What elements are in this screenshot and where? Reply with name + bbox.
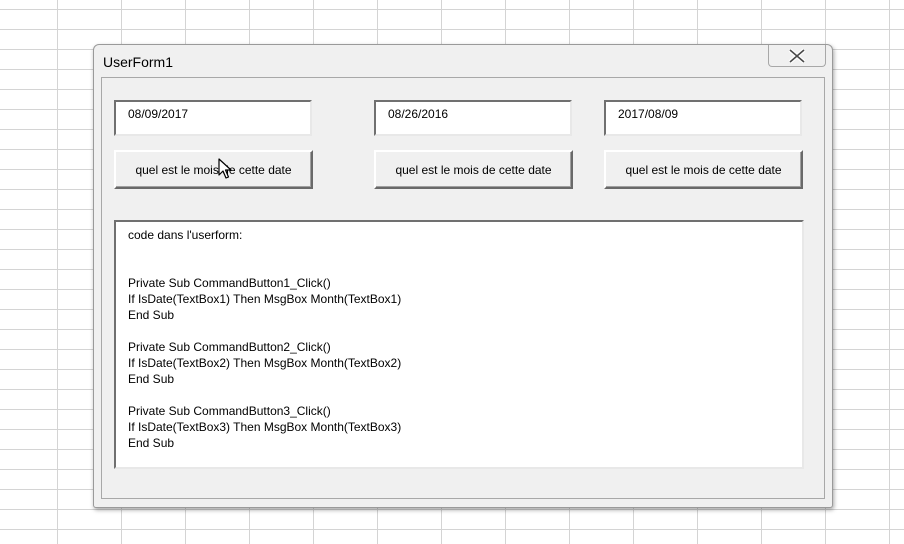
userform-window: UserForm1 08/09/2017 08/26/2016 2017/08/… — [93, 44, 833, 508]
code-textbox[interactable]: code dans l'userform: Private Sub Comman… — [114, 220, 804, 469]
month-button-2[interactable]: quel est le mois de cette date — [374, 150, 573, 189]
close-button[interactable] — [768, 45, 826, 67]
window-title: UserForm1 — [103, 54, 174, 70]
form-client-area: 08/09/2017 08/26/2016 2017/08/09 quel es… — [101, 77, 825, 499]
month-button-3[interactable]: quel est le mois de cette date — [604, 150, 803, 189]
close-icon — [788, 47, 806, 64]
date-textbox-3[interactable]: 2017/08/09 — [604, 100, 802, 136]
date-textbox-1[interactable]: 08/09/2017 — [114, 100, 312, 136]
mouse-cursor-icon — [218, 158, 232, 179]
month-button-1[interactable]: quel est le mois de cette date — [114, 150, 313, 189]
date-textbox-2[interactable]: 08/26/2016 — [374, 100, 572, 136]
